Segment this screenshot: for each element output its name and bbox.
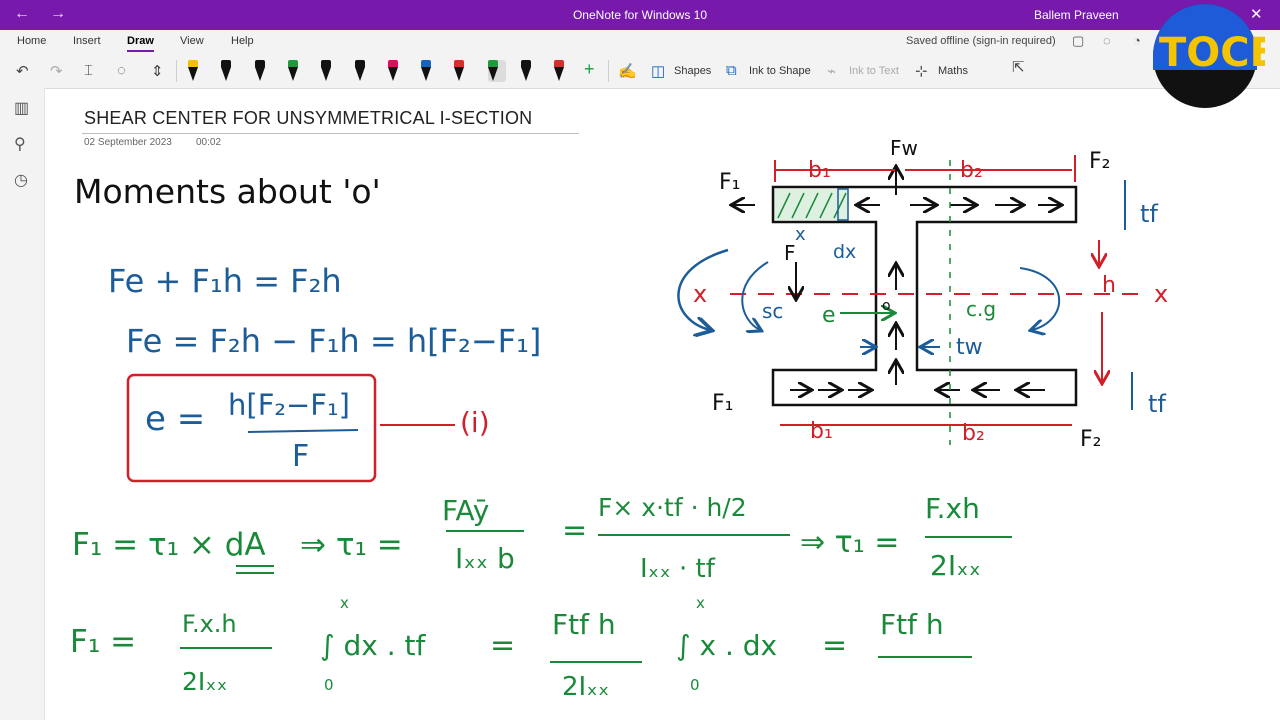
equation-4b-numerator: FAȳ [442,494,489,527]
equation-4b: ⇒ τ₁ = [300,527,403,563]
label-fw: Fw [890,136,918,160]
integral-lower-limit: 0 [690,676,700,694]
equation-4c-denominator: Iₓₓ · tf [640,554,716,584]
i-section-diagram: F₁ F₂ Fw b₁ b₂ tf x dx F sc e o c.g h tw… [677,136,1168,452]
label-shear-center: sc [762,299,783,323]
equation-5a: F₁ = [70,624,136,660]
equals-sign: = [562,513,587,548]
fraction-bar [247,429,359,433]
equation-4b-denominator: Iₓₓ b [455,542,515,575]
label-tf-bottom: tf [1148,390,1166,418]
label-x-right: x [1154,280,1168,308]
label-tf-top: tf [1140,200,1158,228]
integral-upper-limit: x [696,594,705,612]
equals-sign: = [490,628,515,663]
logo-lettering: TOCE [1159,30,1265,76]
equation-3-numerator: h[F₂−F₁] [228,388,350,422]
ink-canvas[interactable]: Moments about 'o' Fe + F₁h = F₂h Fe = F₂… [0,0,1280,720]
label-b1-top: b₁ [808,158,831,183]
label-tw: tw [956,335,983,360]
label-load-f: F [784,241,796,265]
label-f2-bottom: F₂ [1080,427,1101,452]
label-e: e [822,303,836,328]
equation-2: Fe = F₂h − F₁h = h[F₂−F₁] [126,322,541,360]
integral-upper-limit: x [340,594,349,612]
equation-5a-denominator: 2Iₓₓ [182,667,227,696]
equals-sign: = [822,628,847,663]
equation-4d-numerator: F.xh [925,492,980,525]
label-cg: c.g [966,297,996,321]
integral-1: ∫ dx . tf [320,629,427,662]
equation-3-lhs: e = [145,399,205,439]
equation-4d-denominator: 2Iₓₓ [930,549,981,582]
equation-tag: (i) [460,406,490,439]
equation-5a-numerator: F.x.h [182,610,237,638]
label-h: h [1102,273,1116,298]
label-b2-top: b₂ [960,158,983,183]
equation-3-denominator: F [292,439,309,474]
integral-lower-limit: 0 [324,676,334,694]
integral-2: ∫ x . dx [676,629,777,662]
equation-4c-numerator: F× x·tf · h/2 [598,493,747,522]
equation-5b-denominator: 2Iₓₓ [562,672,609,702]
equation-4a: F₁ = τ₁ × dA [72,527,266,563]
moments-heading: Moments about 'o' [74,172,381,211]
label-b1-bottom: b₁ [810,419,833,444]
label-f1-top: F₁ [719,170,740,195]
label-f2-top: F₂ [1089,149,1110,174]
channel-logo: TOCE [1153,4,1265,108]
equation-4d: ⇒ τ₁ = [800,525,899,560]
moment-arrow [1019,267,1060,330]
equation-1: Fe + F₁h = F₂h [108,262,342,300]
label-o: o [882,298,891,314]
equation-5b-numerator: Ftf h [552,608,616,641]
label-dx: dx [833,241,856,263]
label-x-left: x [693,280,707,308]
label-b2-bottom: b₂ [962,421,985,446]
label-f1-bottom: F₁ [712,391,733,416]
equation-5c-numerator: Ftf h [880,608,944,641]
label-x: x [795,224,806,245]
